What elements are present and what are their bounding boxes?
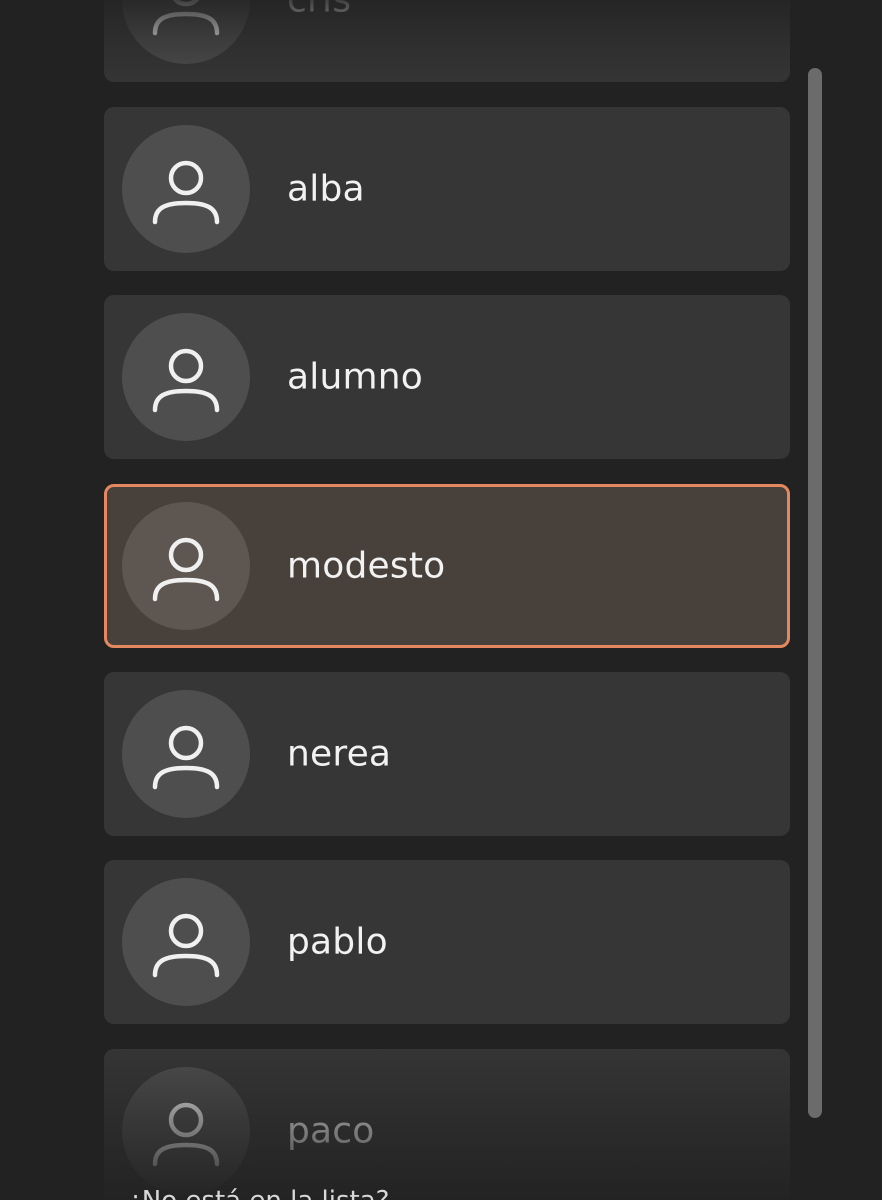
user-name: nerea xyxy=(287,733,392,775)
avatar xyxy=(122,125,250,253)
user-row-alumno[interactable]: alumno xyxy=(104,295,790,459)
user-row-paco[interactable]: paco xyxy=(104,1049,790,1200)
user-icon xyxy=(152,0,220,36)
user-icon xyxy=(152,1102,220,1167)
avatar xyxy=(122,690,250,818)
scrollbar[interactable] xyxy=(808,68,822,1118)
user-name: cris xyxy=(287,0,352,21)
login-screen: cris alba alumno modesto nerea pablo pac… xyxy=(0,0,882,1200)
avatar xyxy=(122,1067,250,1195)
user-name: paco xyxy=(287,1110,375,1152)
user-name: modesto xyxy=(287,545,446,587)
user-name: pablo xyxy=(287,921,388,963)
user-icon xyxy=(152,913,220,978)
user-row-alba[interactable]: alba xyxy=(104,107,790,271)
avatar xyxy=(122,313,250,441)
user-row-nerea[interactable]: nerea xyxy=(104,672,790,836)
user-list: cris alba alumno modesto nerea pablo pac… xyxy=(0,0,882,1200)
user-icon xyxy=(152,537,220,602)
avatar xyxy=(122,0,250,64)
user-name: alumno xyxy=(287,356,423,398)
user-icon xyxy=(152,348,220,413)
avatar xyxy=(122,502,250,630)
avatar xyxy=(122,878,250,1006)
user-icon xyxy=(152,725,220,790)
user-row-cris[interactable]: cris xyxy=(104,0,790,82)
user-row-pablo[interactable]: pablo xyxy=(104,860,790,1024)
user-icon xyxy=(152,160,220,225)
user-name: alba xyxy=(287,168,365,210)
user-row-modesto[interactable]: modesto xyxy=(104,484,790,648)
not-listed-link[interactable]: ¿No está en la lista? xyxy=(128,1186,389,1200)
